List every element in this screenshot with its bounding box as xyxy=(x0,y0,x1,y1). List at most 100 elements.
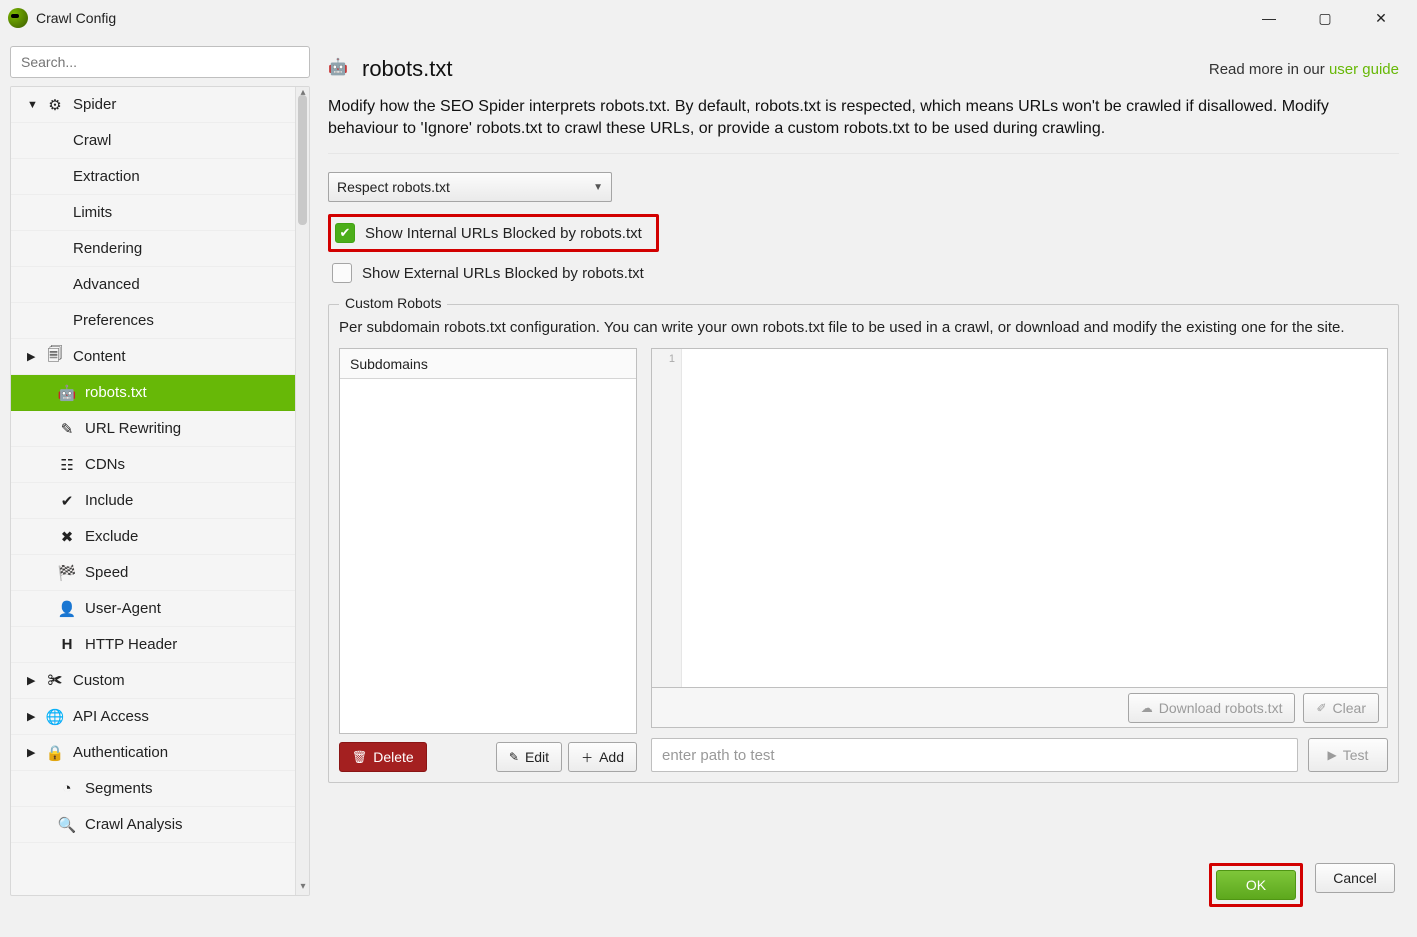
tree-spider[interactable]: ▼⚙Spider xyxy=(11,87,295,123)
tree-api-access[interactable]: ▶🌐API Access xyxy=(11,699,295,735)
tree-authentication[interactable]: ▶🔒Authentication xyxy=(11,735,295,771)
tree-speed[interactable]: 🏁 Speed xyxy=(11,555,295,591)
trash-icon: 🗑 xyxy=(352,750,367,764)
download-robots-button[interactable]: ☁Download robots.txt xyxy=(1128,693,1296,723)
minimize-button[interactable]: — xyxy=(1251,4,1287,32)
cancel-button[interactable]: Cancel xyxy=(1315,863,1395,893)
pie-icon: ◔ xyxy=(57,779,77,799)
dropdown-selected: Respect robots.txt xyxy=(337,179,450,195)
checkbox-show-external[interactable]: Show External URLs Blocked by robots.txt xyxy=(328,258,1399,288)
tree-label: Custom xyxy=(73,672,125,689)
tools-icon: ✀ xyxy=(45,671,65,691)
page-title: robots.txt xyxy=(362,56,452,82)
tree-cdns[interactable]: ☷ CDNs xyxy=(11,447,295,483)
lock-icon: 🔒 xyxy=(45,743,65,763)
config-tree: ▼⚙Spider Crawl Extraction Limits Renderi… xyxy=(10,86,310,896)
scrollbar[interactable]: ▴ ▾ xyxy=(295,87,309,895)
eraser-icon: ✐ xyxy=(1316,701,1326,715)
network-icon: ☷ xyxy=(57,455,77,475)
tree-include[interactable]: ✔Include xyxy=(11,483,295,519)
close-button[interactable]: ✕ xyxy=(1363,4,1399,32)
robot-icon: 🤖 xyxy=(328,57,352,81)
search-input[interactable] xyxy=(21,54,299,70)
tree-http-header[interactable]: H HTTP Header xyxy=(11,627,295,663)
search-analysis-icon: 🔍 xyxy=(57,815,77,835)
tree-url-rewriting[interactable]: ✎ URL Rewriting xyxy=(11,411,295,447)
tree-label: Preferences xyxy=(73,312,154,329)
tree-crawl[interactable]: Crawl xyxy=(11,123,295,159)
delete-button[interactable]: 🗑Delete xyxy=(339,742,427,772)
scroll-down-icon[interactable]: ▾ xyxy=(296,881,310,895)
checkbox-show-internal[interactable]: ✔ Show Internal URLs Blocked by robots.t… xyxy=(328,214,659,252)
window-controls: — ▢ ✕ xyxy=(1251,4,1409,32)
search-box[interactable] xyxy=(10,46,310,78)
tree-label: Content xyxy=(73,348,126,365)
ban-icon: ✖ xyxy=(57,527,77,547)
tree-user-agent[interactable]: 👤User-Agent xyxy=(11,591,295,627)
app-frog-icon xyxy=(8,8,28,28)
titlebar: Crawl Config — ▢ ✕ xyxy=(0,0,1417,36)
globe-icon: 🌐 xyxy=(45,707,65,727)
tree-crawl-analysis[interactable]: 🔍 Crawl Analysis xyxy=(11,807,295,843)
divider xyxy=(328,153,1399,154)
page-description: Modify how the SEO Spider interprets rob… xyxy=(328,96,1399,139)
tree-label: Crawl xyxy=(73,132,111,149)
gear-icon: ⚙ xyxy=(45,95,65,115)
edit-icon: ✎ xyxy=(57,419,77,439)
checkmark-icon: ✔ xyxy=(335,223,355,243)
cloud-download-icon: ☁ xyxy=(1141,701,1153,715)
dialog-footer: OK Cancel xyxy=(1209,863,1395,907)
tree-label: robots.txt xyxy=(85,384,147,401)
tree-segments[interactable]: ◔Segments xyxy=(11,771,295,807)
tree-label: Spider xyxy=(73,96,116,113)
tree-exclude[interactable]: ✖ Exclude xyxy=(11,519,295,555)
gauge-icon: 🏁 xyxy=(57,563,77,583)
ok-highlight: OK xyxy=(1209,863,1303,907)
checkbox-label: Show External URLs Blocked by robots.txt xyxy=(362,265,644,282)
user-guide-link[interactable]: user guide xyxy=(1329,61,1399,78)
tree-label: Crawl Analysis xyxy=(85,816,183,833)
robots-mode-dropdown[interactable]: Respect robots.txt ▼ xyxy=(328,172,612,202)
clear-button[interactable]: ✐Clear xyxy=(1303,693,1379,723)
maximize-button[interactable]: ▢ xyxy=(1307,4,1343,32)
ok-button[interactable]: OK xyxy=(1216,870,1296,900)
tree-extraction[interactable]: Extraction xyxy=(11,159,295,195)
edit-button[interactable]: ✎Edit xyxy=(496,742,562,772)
tree-label: URL Rewriting xyxy=(85,420,181,437)
sidebar: ▼⚙Spider Crawl Extraction Limits Renderi… xyxy=(10,46,310,896)
checkbox-empty-icon xyxy=(332,263,352,283)
scroll-thumb[interactable] xyxy=(298,95,307,225)
tree-label: Exclude xyxy=(85,528,138,545)
tree-label: Authentication xyxy=(73,744,168,761)
subdomains-list[interactable]: Subdomains xyxy=(339,348,637,734)
tree-rendering[interactable]: Rendering xyxy=(11,231,295,267)
test-path-input[interactable]: enter path to test xyxy=(651,738,1298,772)
tree-content[interactable]: ▶🗐Content xyxy=(11,339,295,375)
document-icon: 🗐 xyxy=(45,347,65,367)
check-circle-icon: ✔ xyxy=(57,491,77,511)
tree-label: Speed xyxy=(85,564,128,581)
header-icon: H xyxy=(57,635,77,655)
add-button[interactable]: ＋Add xyxy=(568,742,637,772)
robots-editor[interactable]: 1 xyxy=(651,348,1388,688)
tree-custom[interactable]: ▶✀Custom xyxy=(11,663,295,699)
tree-robots[interactable]: 🤖 robots.txt xyxy=(11,375,295,411)
tree-label: API Access xyxy=(73,708,149,725)
window-title: Crawl Config xyxy=(36,10,116,26)
tree-preferences[interactable]: Preferences xyxy=(11,303,295,339)
tree-label: Advanced xyxy=(73,276,140,293)
tree-advanced[interactable]: Advanced xyxy=(11,267,295,303)
tree-label: Extraction xyxy=(73,168,140,185)
fieldset-legend: Custom Robots xyxy=(339,295,447,311)
tree-limits[interactable]: Limits xyxy=(11,195,295,231)
robot-icon: 🤖 xyxy=(57,383,77,403)
main-panel: 🤖 robots.txt Read more in our user guide… xyxy=(328,46,1407,896)
tree-label: HTTP Header xyxy=(85,636,177,653)
fieldset-description: Per subdomain robots.txt configuration. … xyxy=(339,319,1388,336)
readmore-text: Read more in our user guide xyxy=(1209,61,1399,78)
test-button[interactable]: ▶Test xyxy=(1308,738,1388,772)
checkbox-label: Show Internal URLs Blocked by robots.txt xyxy=(365,225,642,242)
tree-label: CDNs xyxy=(85,456,125,473)
edit-icon: ✎ xyxy=(509,750,519,764)
tree-label: Limits xyxy=(73,204,112,221)
